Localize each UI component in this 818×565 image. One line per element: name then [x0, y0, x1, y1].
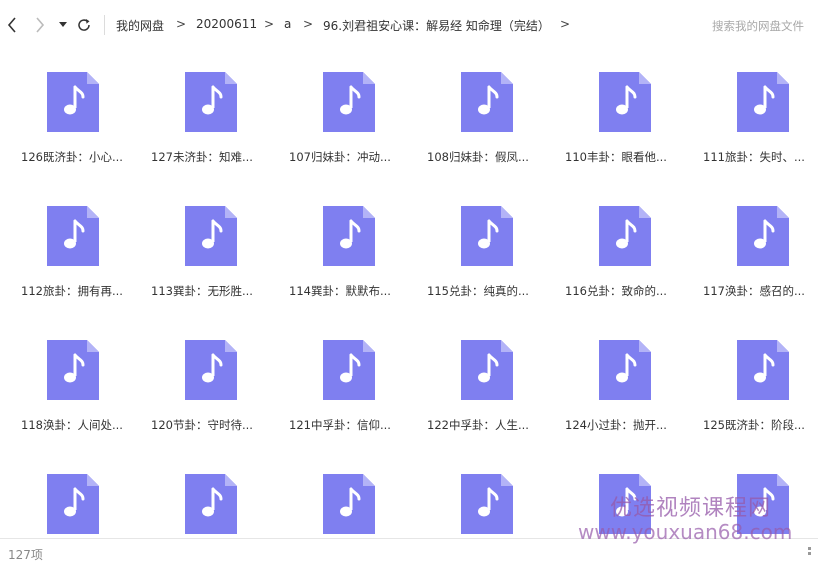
music-note-file-icon	[185, 474, 237, 534]
file-item[interactable]: 127未济卦：知难...	[146, 50, 274, 170]
music-note-file-icon	[185, 72, 237, 132]
chevron-left-icon	[7, 17, 16, 33]
file-item[interactable]	[146, 452, 274, 538]
search-input[interactable]	[712, 16, 818, 36]
file-item[interactable]: 110丰卦：眼看他...	[560, 50, 688, 170]
music-note-file-icon	[599, 206, 651, 266]
chevron-right-icon	[36, 17, 45, 33]
file-name: 112旅卦：拥有再...	[21, 284, 123, 298]
file-name: 120节卦：守时待...	[151, 418, 253, 432]
file-item[interactable]: 122中孚卦：人生...	[422, 318, 550, 438]
file-name: 110丰卦：眼看他...	[565, 150, 667, 164]
file-item[interactable]: 124小过卦：抛开...	[560, 318, 688, 438]
file-item[interactable]: 115兑卦：纯真的...	[422, 184, 550, 304]
file-item[interactable]: 108归妹卦：假凤...	[422, 50, 550, 170]
resize-grip-icon	[808, 547, 811, 555]
item-count: 127项	[8, 548, 43, 562]
music-note-file-icon	[599, 474, 651, 534]
file-name: 115兑卦：纯真的...	[427, 284, 529, 298]
music-note-file-icon	[737, 72, 789, 132]
music-note-file-icon	[599, 72, 651, 132]
file-item[interactable]: 114巽卦：默默布...	[284, 184, 412, 304]
breadcrumb-separator: >	[264, 17, 275, 31]
music-note-file-icon	[323, 72, 375, 132]
file-item[interactable]: 117涣卦：感召的...	[698, 184, 818, 304]
music-note-file-icon	[599, 340, 651, 400]
breadcrumb-item-a[interactable]: a	[284, 17, 291, 31]
toolbar: 我的网盘 > 20200611 > a > 96.刘君祖安心课：解易经 知命理（…	[0, 0, 818, 50]
file-grid: 126既济卦：小心... 127未济卦：知难... 107归妹卦：冲动... 108归…	[0, 50, 818, 538]
file-name: 114巽卦：默默布...	[289, 284, 391, 298]
breadcrumb-separator: >	[303, 17, 314, 31]
file-item[interactable]	[422, 452, 550, 538]
file-name: 108归妹卦：假凤...	[427, 150, 529, 164]
music-note-file-icon	[185, 206, 237, 266]
file-item[interactable]: 118涣卦：人间处...	[8, 318, 136, 438]
refresh-icon	[78, 19, 90, 31]
file-name: 127未济卦：知难...	[151, 150, 253, 164]
back-button[interactable]	[2, 14, 22, 36]
file-item[interactable]: 107归妹卦：冲动...	[284, 50, 412, 170]
file-item[interactable]	[8, 452, 136, 538]
breadcrumb-item-date[interactable]: 20200611	[196, 17, 257, 31]
file-item[interactable]	[698, 452, 818, 538]
file-item[interactable]: 111旅卦：失时、...	[698, 50, 818, 170]
music-note-file-icon	[461, 474, 513, 534]
breadcrumb-item-current[interactable]: 96.刘君祖安心课：解易经 知命理（完结）	[323, 17, 550, 34]
music-note-file-icon	[47, 474, 99, 534]
file-item[interactable]: 116兑卦：致命的...	[560, 184, 688, 304]
file-name: 116兑卦：致命的...	[565, 284, 667, 298]
history-dropdown-button[interactable]	[55, 14, 71, 36]
music-note-file-icon	[461, 206, 513, 266]
file-name: 122中孚卦：人生...	[427, 418, 529, 432]
file-item[interactable]	[560, 452, 688, 538]
music-note-file-icon	[323, 474, 375, 534]
file-name: 118涣卦：人间处...	[21, 418, 123, 432]
status-bar: 127项	[0, 538, 818, 565]
file-item[interactable]: 126既济卦：小心...	[8, 50, 136, 170]
music-note-file-icon	[737, 206, 789, 266]
file-name: 124小过卦：抛开...	[565, 418, 667, 432]
file-item[interactable]: 125既济卦：阶段...	[698, 318, 818, 438]
caret-down-icon	[59, 22, 67, 27]
breadcrumb-item-root[interactable]: 我的网盘	[116, 17, 164, 34]
file-item[interactable]	[284, 452, 412, 538]
file-name: 113巽卦：无形胜...	[151, 284, 253, 298]
file-name: 111旅卦：失时、...	[703, 150, 805, 164]
music-note-file-icon	[461, 340, 513, 400]
music-note-file-icon	[737, 474, 789, 534]
music-note-file-icon	[461, 72, 513, 132]
file-name: 107归妹卦：冲动...	[289, 150, 391, 164]
file-name: 121中孚卦：信仰...	[289, 418, 391, 432]
breadcrumb-separator: >	[560, 17, 571, 31]
music-note-file-icon	[323, 340, 375, 400]
breadcrumb-separator: >	[176, 17, 187, 31]
file-item[interactable]: 121中孚卦：信仰...	[284, 318, 412, 438]
file-item[interactable]: 120节卦：守时待...	[146, 318, 274, 438]
toolbar-divider	[104, 15, 105, 35]
file-item[interactable]: 113巽卦：无形胜...	[146, 184, 274, 304]
music-note-file-icon	[737, 340, 789, 400]
music-note-file-icon	[47, 206, 99, 266]
music-note-file-icon	[47, 72, 99, 132]
refresh-button[interactable]	[74, 14, 94, 36]
music-note-file-icon	[323, 206, 375, 266]
music-note-file-icon	[47, 340, 99, 400]
file-name: 126既济卦：小心...	[21, 150, 123, 164]
file-name: 125既济卦：阶段...	[703, 418, 805, 432]
music-note-file-icon	[185, 340, 237, 400]
forward-button[interactable]	[30, 14, 50, 36]
file-name: 117涣卦：感召的...	[703, 284, 805, 298]
file-item[interactable]: 112旅卦：拥有再...	[8, 184, 136, 304]
